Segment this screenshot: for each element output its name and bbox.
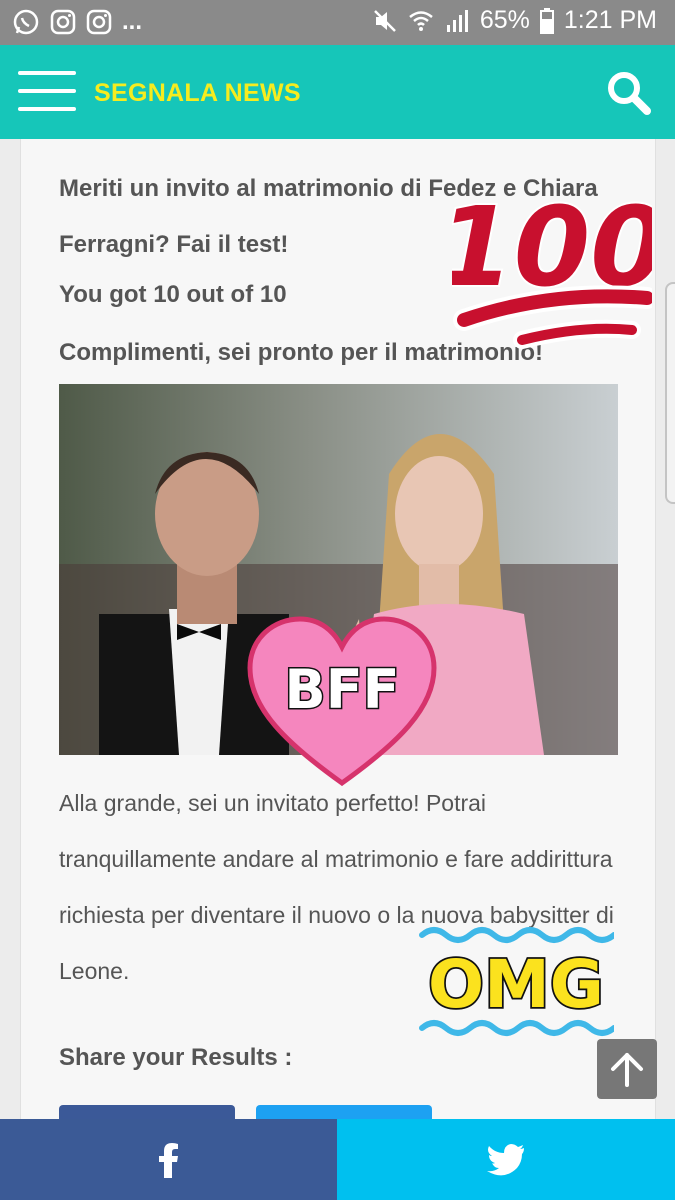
mute-icon: [372, 8, 398, 34]
share-label: Share your Results :: [59, 1044, 293, 1071]
brand-title[interactable]: SEGNALA NEWS: [94, 79, 301, 108]
result-photo: [59, 384, 618, 755]
facebook-icon: [158, 1142, 178, 1178]
whatsapp-icon: [12, 8, 40, 36]
menu-button[interactable]: [18, 71, 76, 111]
instagram-icon: [86, 9, 112, 35]
quiz-score: You got 10 out of 10: [59, 281, 287, 308]
result-description: Alla grande, sei un invitato perfetto! P…: [59, 790, 614, 984]
status-overflow: ...: [122, 8, 143, 35]
battery-icon: [539, 7, 554, 34]
edge-panel-handle[interactable]: [665, 282, 675, 504]
search-icon: [608, 72, 651, 115]
wifi-icon: [408, 8, 434, 34]
battery-percent: 65%: [479, 6, 530, 34]
clock: 1:21 PM: [563, 6, 657, 34]
app-header: SEGNALA NEWS: [0, 45, 675, 139]
hamburger-icon: [18, 71, 76, 75]
status-bar: ... 65% 1:21 PM: [0, 0, 675, 45]
bottom-share-bar: [0, 1119, 675, 1200]
twitter-icon: [487, 1143, 524, 1175]
bottom-share-facebook-button[interactable]: [0, 1119, 337, 1200]
search-button[interactable]: [605, 69, 653, 117]
arrow-up-icon: [611, 1053, 643, 1087]
signal-icon: [444, 8, 470, 34]
bottom-share-twitter-button[interactable]: [337, 1119, 675, 1200]
scroll-to-top-button[interactable]: [597, 1039, 657, 1099]
quiz-title: Meriti un invito al matrimonio di Fedez …: [59, 175, 598, 258]
quiz-result-card: Meriti un invito al matrimonio di Fedez …: [20, 139, 656, 1145]
result-title: Complimenti, sei pronto per il matrimoni…: [59, 339, 544, 366]
instagram-icon: [50, 9, 76, 35]
